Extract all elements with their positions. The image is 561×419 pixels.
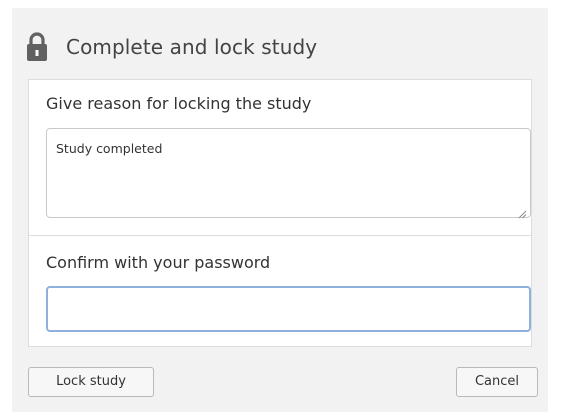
dialog-title: Complete and lock study — [66, 35, 318, 59]
lock-study-button[interactable]: Lock study — [28, 367, 154, 397]
reason-label: Give reason for locking the study — [46, 94, 312, 113]
lock-study-dialog: Complete and lock study Give reason for … — [12, 8, 548, 412]
reason-textarea[interactable]: Study completed — [46, 128, 531, 219]
password-label: Confirm with your password — [46, 253, 271, 272]
reason-textarea-value: Study completed — [56, 141, 163, 156]
dialog-header: Complete and lock study — [26, 30, 317, 64]
cancel-button[interactable]: Cancel — [456, 367, 538, 397]
reason-section: Give reason for locking the study Study … — [29, 80, 531, 236]
form-card: Give reason for locking the study Study … — [28, 79, 532, 347]
password-input[interactable] — [46, 286, 531, 332]
resize-grip-icon[interactable] — [517, 204, 527, 219]
lock-icon — [26, 32, 48, 62]
